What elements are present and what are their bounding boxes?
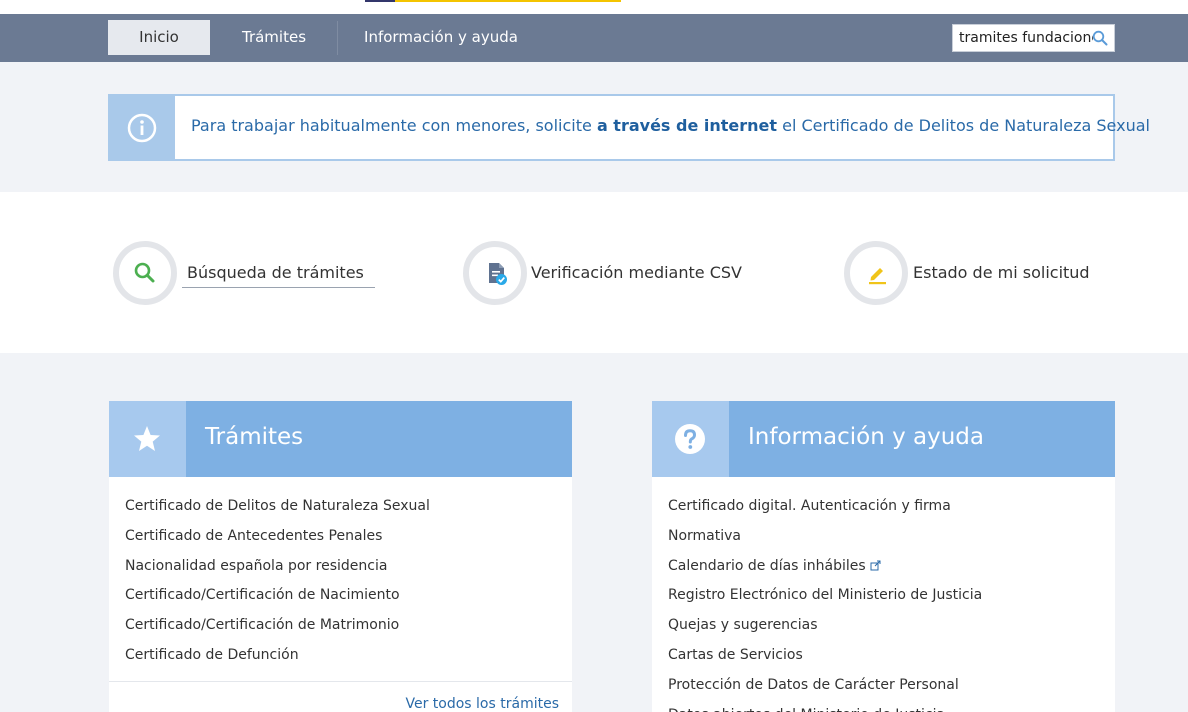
flag-bar bbox=[365, 0, 621, 2]
info-list: Certificado digital. Autenticación y fir… bbox=[668, 495, 982, 712]
all-tramites-link[interactable]: Ver todos los trámites bbox=[405, 696, 559, 712]
tramites-icon-box bbox=[109, 401, 186, 477]
document-check-icon bbox=[489, 263, 507, 285]
tramites-panel-divider bbox=[109, 681, 572, 682]
csv-verification-label[interactable]: Verificación mediante CSV bbox=[531, 263, 742, 282]
list-item[interactable]: Certificado de Defunción bbox=[125, 644, 430, 674]
info-alert-banner: Para trabajar habitualmente con menores,… bbox=[108, 94, 1150, 161]
nav-tab-tramites[interactable]: Trámites bbox=[218, 20, 330, 55]
quick-access-band: Búsqueda de trámites Verificación median… bbox=[0, 192, 1188, 353]
list-item[interactable]: Quejas y sugerencias bbox=[668, 614, 982, 644]
list-item[interactable]: Cartas de Servicios bbox=[668, 644, 982, 674]
alert-icon-box bbox=[110, 96, 175, 159]
list-item[interactable]: Certificado/Certificación de Matrimonio bbox=[125, 614, 430, 644]
nav-tab-informacion[interactable]: Información y ayuda bbox=[350, 20, 532, 55]
tramites-panel: Trámites Certificado de Delitos de Natur… bbox=[109, 401, 572, 712]
info-panel-header: Información y ayuda bbox=[652, 401, 1115, 477]
request-status-label[interactable]: Estado de mi solicitud bbox=[913, 263, 1090, 282]
list-item[interactable]: Normativa bbox=[668, 525, 982, 555]
tramites-panel-title: Trámites bbox=[205, 424, 304, 450]
list-item[interactable]: Registro Electrónico del Ministerio de J… bbox=[668, 584, 982, 614]
alert-link[interactable]: a través de internet bbox=[597, 116, 777, 135]
nav-separator bbox=[337, 21, 338, 55]
tramites-panel-header: Trámites bbox=[109, 401, 572, 477]
nav-tab-inicio[interactable]: Inicio bbox=[108, 20, 210, 55]
main-navbar: Inicio Trámites Información y ayuda bbox=[0, 14, 1188, 62]
search-tramites-circle[interactable] bbox=[113, 241, 177, 305]
list-item[interactable]: Certificado de Antecedentes Penales bbox=[125, 525, 430, 555]
info-panel: Información y ayuda Certificado digital.… bbox=[652, 401, 1115, 712]
list-item[interactable]: Datos abiertos del Ministerio de Justici… bbox=[668, 704, 982, 712]
calendar-link-text[interactable]: Calendario de días inhábiles bbox=[668, 558, 866, 574]
list-item[interactable]: Certificado/Certificación de Nacimiento bbox=[125, 584, 430, 614]
list-item[interactable]: Certificado digital. Autenticación y fir… bbox=[668, 495, 982, 525]
info-panel-title: Información y ayuda bbox=[748, 424, 984, 450]
external-link-icon bbox=[870, 560, 881, 571]
alert-message: Para trabajar habitualmente con menores,… bbox=[191, 116, 1150, 135]
csv-verification-circle[interactable] bbox=[463, 241, 527, 305]
info-icon bbox=[127, 113, 157, 143]
alert-text-after: el Certificado de Delitos de Naturaleza … bbox=[777, 116, 1150, 135]
pencil-icon bbox=[869, 268, 886, 285]
alert-text-before: Para trabajar habitualmente con menores,… bbox=[191, 116, 597, 135]
search-input[interactable] bbox=[953, 25, 1093, 51]
search-tramites-label[interactable]: Búsqueda de trámites bbox=[187, 263, 364, 282]
search-icon[interactable] bbox=[1092, 30, 1108, 46]
list-item[interactable]: Certificado de Delitos de Naturaleza Sex… bbox=[125, 495, 430, 525]
star-icon bbox=[134, 426, 160, 451]
list-item[interactable]: Nacionalidad española por residencia bbox=[125, 555, 430, 585]
list-item[interactable]: Protección de Datos de Carácter Personal bbox=[668, 674, 982, 704]
tramites-list: Certificado de Delitos de Naturaleza Sex… bbox=[125, 495, 430, 674]
request-status-circle[interactable] bbox=[844, 241, 908, 305]
search-tramites-underline bbox=[182, 287, 375, 288]
top-strip bbox=[0, 0, 1188, 14]
search-box bbox=[952, 24, 1115, 52]
list-item[interactable]: Calendario de días inhábiles bbox=[668, 555, 982, 585]
help-icon bbox=[675, 424, 705, 454]
info-icon-box bbox=[652, 401, 729, 477]
magnifier-icon bbox=[134, 262, 155, 283]
